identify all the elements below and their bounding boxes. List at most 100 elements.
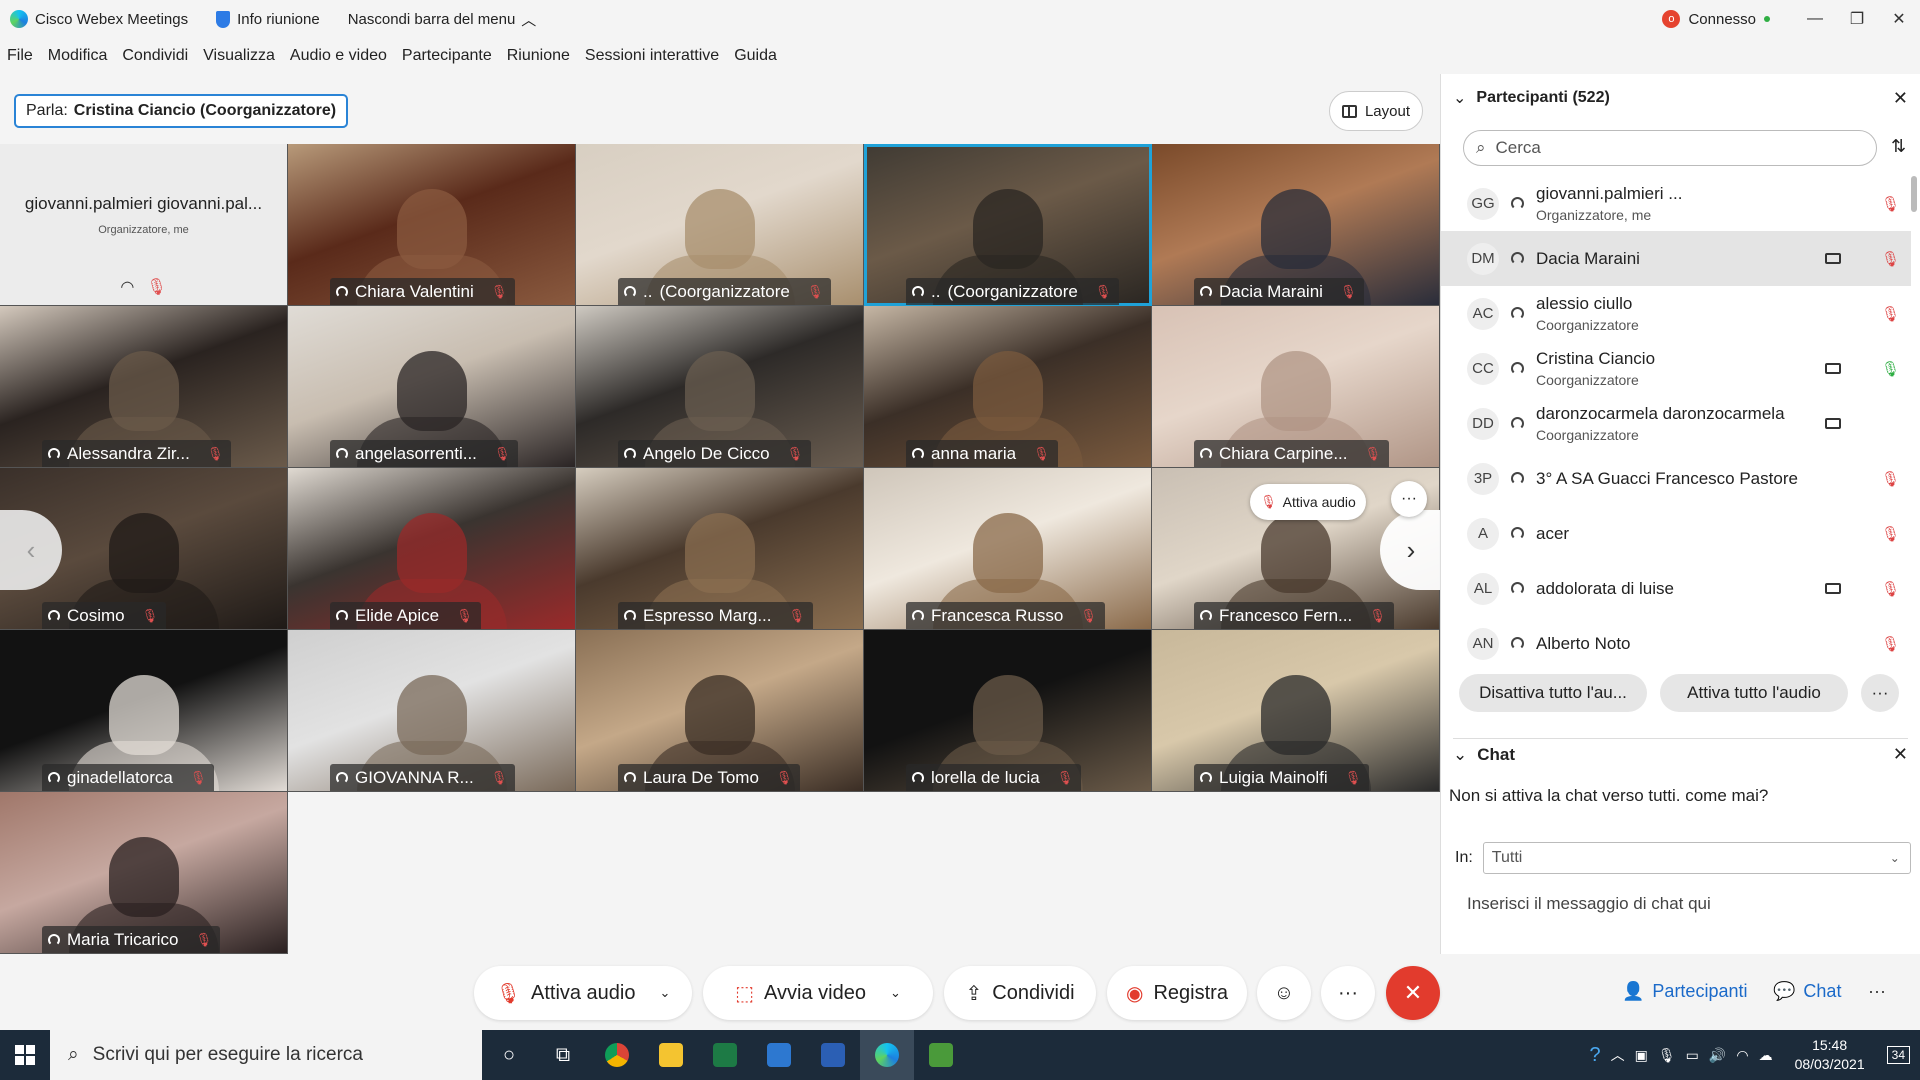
chevron-down-icon[interactable]: ⌄: [890, 985, 901, 1001]
video-tile[interactable]: Alessandra Zir... 🎙: [0, 306, 288, 468]
participant-row[interactable]: CC Cristina Ciancio Coorganizzatore 🎙: [1441, 341, 1911, 396]
start-button[interactable]: [0, 1030, 50, 1080]
close-window-button[interactable]: ✕: [1878, 0, 1920, 38]
video-tile[interactable]: Dacia Maraini 🎙: [1152, 144, 1440, 306]
video-tile[interactable]: ginadellatorca 🎙: [0, 630, 288, 792]
participants-more-button[interactable]: ···: [1861, 674, 1899, 712]
cloud-icon[interactable]: ☁: [1759, 1047, 1773, 1064]
mic-locked-icon[interactable]: 🎙: [1881, 580, 1900, 598]
file-explorer-icon[interactable]: [644, 1030, 698, 1080]
meeting-info-button[interactable]: Info riunione: [216, 10, 320, 28]
more-options-button[interactable]: ···: [1321, 966, 1375, 1020]
video-tile[interactable]: Chiara Valentini 🎙: [288, 144, 576, 306]
volume-icon[interactable]: 🔊: [1709, 1047, 1726, 1064]
excel-icon[interactable]: [698, 1030, 752, 1080]
menu-riunione[interactable]: Riunione: [507, 47, 570, 65]
help-icon[interactable]: ?: [1590, 1044, 1601, 1067]
participant-row[interactable]: GG giovanni.palmieri ... Organizzatore, …: [1441, 176, 1911, 231]
share-button[interactable]: ⇪ Condividi: [944, 966, 1096, 1020]
close-chat-button[interactable]: ✕: [1893, 744, 1908, 765]
video-tile[interactable]: Chiara Carpine... 🎙: [1152, 306, 1440, 468]
record-button[interactable]: ◉ Registra: [1107, 966, 1247, 1020]
tile-more-options-button[interactable]: ···: [1391, 481, 1427, 517]
participant-row[interactable]: A acer 🎙: [1441, 506, 1911, 561]
mic-muted-icon[interactable]: 🎙: [1881, 305, 1900, 323]
video-tile[interactable]: GIOVANNA R... 🎙: [288, 630, 576, 792]
minimize-button[interactable]: —: [1794, 0, 1836, 38]
word-icon[interactable]: [806, 1030, 860, 1080]
webex-taskbar-icon[interactable]: [860, 1030, 914, 1080]
video-button[interactable]: ⬚ Avvia video ⌄: [703, 966, 933, 1020]
restore-button[interactable]: ❐: [1836, 0, 1878, 38]
green-app-icon[interactable]: [914, 1030, 968, 1080]
menu-guida[interactable]: Guida: [734, 47, 777, 65]
task-view-icon[interactable]: ⧉: [536, 1030, 590, 1080]
participant-search-input[interactable]: ⌕ Cerca: [1463, 130, 1877, 166]
menu-sessioni-interattive[interactable]: Sessioni interattive: [585, 47, 719, 65]
battery-icon[interactable]: ▭: [1686, 1047, 1699, 1064]
video-tile[interactable]: lorella de lucia 🎙: [864, 630, 1152, 792]
participant-row[interactable]: AC alessio ciullo Coorganizzatore 🎙: [1441, 286, 1911, 341]
menu-file[interactable]: File: [7, 47, 33, 65]
video-tile[interactable]: Laura De Tomo 🎙: [576, 630, 864, 792]
participant-list-scrollbar[interactable]: [1911, 176, 1917, 212]
mic-muted-icon[interactable]: 🎙: [1881, 195, 1900, 213]
participant-row[interactable]: DM Dacia Maraini 🎙: [1441, 231, 1911, 286]
chat-panel-button[interactable]: 💬 Chat: [1773, 966, 1841, 1016]
chevron-down-icon[interactable]: ⌄: [660, 985, 671, 1001]
participant-row[interactable]: AN Alberto Noto 🎙: [1441, 616, 1911, 671]
video-tile[interactable]: Francesca Russo 🎙: [864, 468, 1152, 630]
microphone-icon[interactable]: 🎙: [1658, 1047, 1676, 1064]
taskbar-search-input[interactable]: ⌕ Scrivi qui per eseguire la ricerca: [50, 1030, 482, 1080]
layout-button[interactable]: Layout: [1329, 91, 1423, 131]
participants-panel-button[interactable]: 👤 Partecipanti: [1622, 966, 1747, 1016]
participant-row[interactable]: AL addolorata di luise 🎙: [1441, 561, 1911, 616]
mic-locked-icon[interactable]: 🎙: [1881, 470, 1900, 488]
leave-meeting-button[interactable]: ✕: [1386, 966, 1440, 1020]
mic-active-icon[interactable]: 🎙: [1881, 360, 1900, 378]
chevron-down-icon[interactable]: ⌄: [1453, 88, 1466, 108]
menu-audio-video[interactable]: Audio e video: [290, 47, 387, 65]
reactions-button[interactable]: ☺: [1257, 966, 1311, 1020]
video-tile[interactable]: Espresso Marg... 🎙: [576, 468, 864, 630]
video-tile[interactable]: Maria Tricarico 🎙: [0, 792, 288, 954]
participant-row[interactable]: DD daronzocarmela daronzocarmela Coorgan…: [1441, 396, 1911, 451]
menu-condividi[interactable]: Condividi: [122, 47, 188, 65]
mic-muted-icon[interactable]: 🎙: [1881, 250, 1900, 268]
video-tile[interactable]: Elide Apice 🎙: [288, 468, 576, 630]
chat-recipient-select[interactable]: Tutti ⌄: [1482, 842, 1911, 874]
video-tile[interactable]: .. (Coorganizzatore 🎙: [864, 144, 1152, 306]
participant-row[interactable]: 3P 3° A SA Guacci Francesco Pastore 🎙: [1441, 451, 1911, 506]
chat-input[interactable]: Inserisci il messaggio di chat qui: [1467, 894, 1711, 914]
menu-modifica[interactable]: Modifica: [48, 47, 108, 65]
camera-icon: [1825, 253, 1841, 264]
video-tile[interactable]: Luigia Mainolfi 🎙: [1152, 630, 1440, 792]
device-icon[interactable]: ▣: [1635, 1047, 1648, 1064]
close-participants-button[interactable]: ✕: [1893, 88, 1908, 109]
chevron-up-icon[interactable]: ︿: [1611, 1045, 1625, 1065]
chevron-down-icon[interactable]: ⌄: [1453, 745, 1467, 765]
mic-locked-icon[interactable]: 🎙: [1881, 525, 1900, 543]
notifications-icon[interactable]: 34: [1886, 1046, 1910, 1064]
chrome-icon[interactable]: [590, 1030, 644, 1080]
video-tile[interactable]: Angelo De Cicco 🎙: [576, 306, 864, 468]
taskbar-clock[interactable]: 15:48 08/03/2021: [1795, 1036, 1865, 1074]
sort-icon[interactable]: ⇅: [1891, 136, 1906, 157]
media-player-icon[interactable]: [752, 1030, 806, 1080]
mute-button[interactable]: 🎙 Attiva audio ⌄: [474, 966, 692, 1020]
avatar: AL: [1467, 572, 1499, 605]
panel-more-button[interactable]: ···: [1868, 966, 1886, 1016]
menu-visualizza[interactable]: Visualizza: [203, 47, 275, 65]
hide-menu-button[interactable]: Nascondi barra del menu ︿: [348, 9, 537, 30]
mute-all-button[interactable]: Disattiva tutto l'au...: [1459, 674, 1647, 712]
video-tile[interactable]: angelasorrenti... 🎙: [288, 306, 576, 468]
unmute-all-button[interactable]: Attiva tutto l'audio: [1660, 674, 1848, 712]
mic-locked-icon[interactable]: 🎙: [1881, 635, 1900, 653]
wifi-icon[interactable]: ◠: [1736, 1047, 1748, 1064]
video-tile[interactable]: .. (Coorganizzatore 🎙: [576, 144, 864, 306]
cortana-icon[interactable]: ○: [482, 1030, 536, 1080]
unmute-participant-button[interactable]: 🎙 Attiva audio: [1250, 484, 1366, 520]
video-tile[interactable]: anna maria 🎙: [864, 306, 1152, 468]
menu-partecipante[interactable]: Partecipante: [402, 47, 492, 65]
video-tile[interactable]: giovanni.palmieri giovanni.pal... Organi…: [0, 144, 288, 306]
